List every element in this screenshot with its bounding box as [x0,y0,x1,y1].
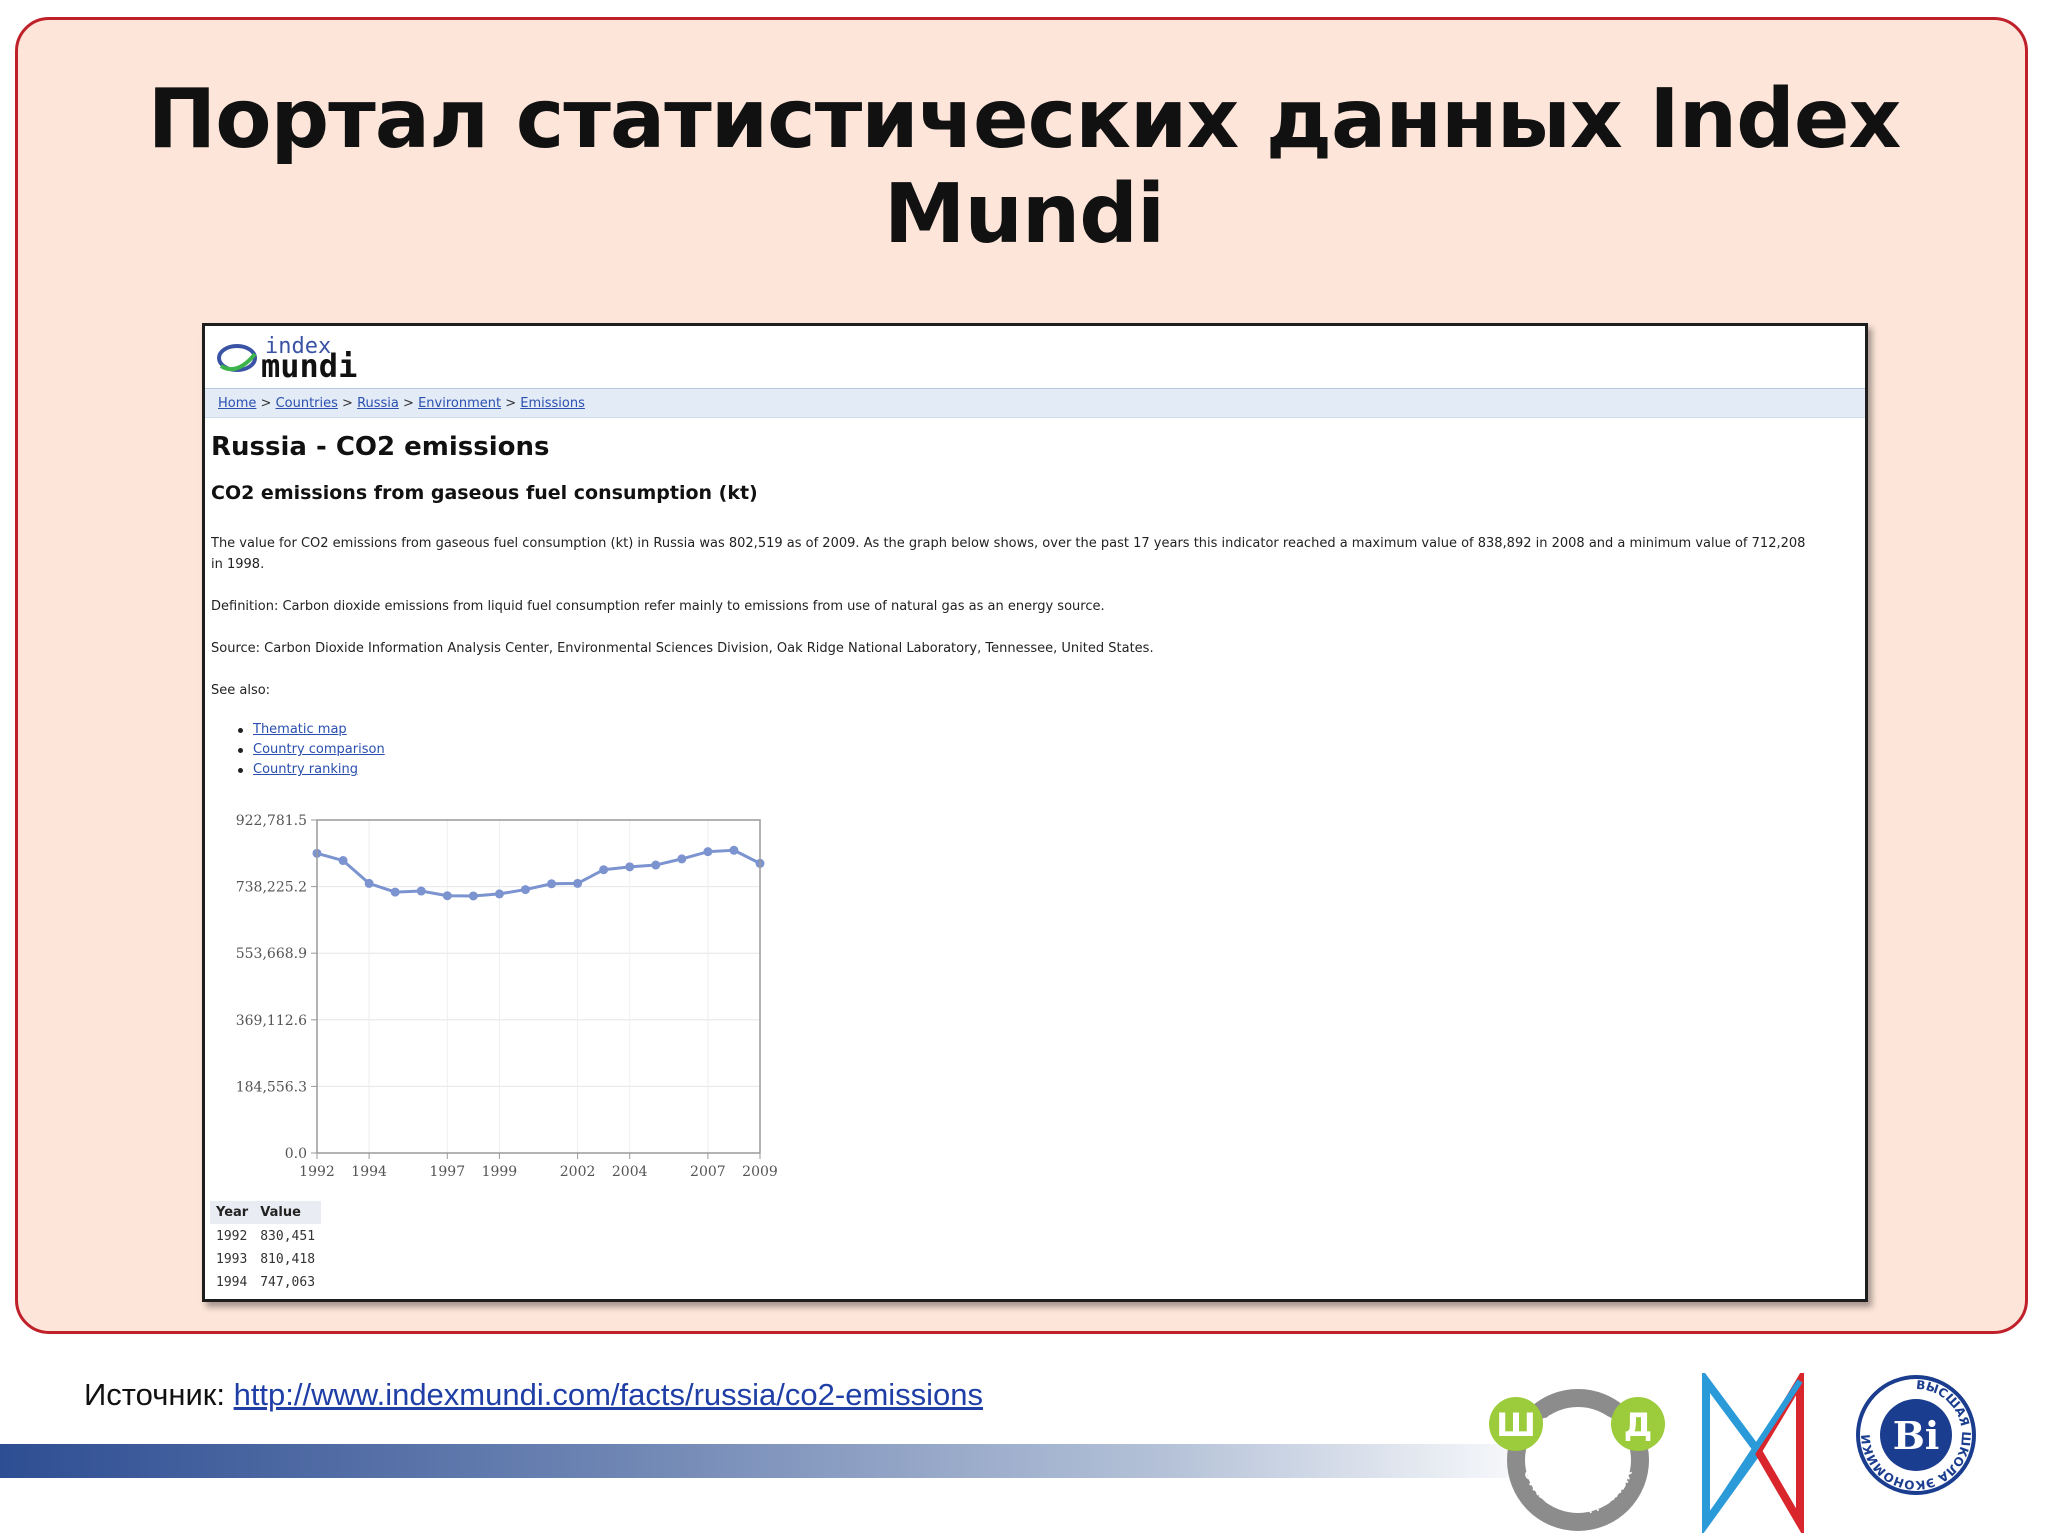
data-point [547,879,557,889]
data-point [416,886,426,896]
data-point [573,878,583,888]
website-screenshot: index mundi Home > Countries > Russia > … [202,323,1868,1302]
x-tick-label: 1992 [299,1164,335,1180]
breadcrumb-separator: > [337,396,358,411]
table-cell-year: 1993 [216,1252,248,1267]
data-point [364,878,374,888]
footer-band [0,1444,1560,1478]
x-tick-label: 2009 [742,1164,778,1180]
breadcrumb-home[interactable]: Home [218,396,256,411]
y-tick-label: 184,556.3 [236,1079,307,1095]
table-header-value: Value [254,1201,322,1224]
data-point [677,854,687,864]
data-table: Year Value 1992 830,451 1993 810,418 199… [210,1201,322,1293]
logo-letter-right: Д [1624,1406,1653,1444]
data-point [520,885,530,895]
page-title: Russia - CO2 emissions [211,432,550,462]
source-citation: Источник: http://www.indexmundi.com/fact… [84,1377,983,1413]
data-point [703,847,713,857]
data-point [729,845,739,855]
value-summary-line: in 1998. [211,557,265,572]
thematic-map-link[interactable]: Thematic map [253,722,347,737]
data-point [390,887,400,897]
table-cell-year: 1992 [216,1229,248,1244]
table-row: 1993 810,418 [210,1247,321,1270]
chart-series [312,845,765,901]
x-tick-label: 1999 [482,1164,518,1180]
data-point [651,860,661,870]
data-point [599,865,609,875]
open-data-school-logo: ШКОЛА ОТКРЫТЫХ ДАННЫХ Ш Д [1489,1389,1665,1531]
value-summary-line: The value for CO2 emissions from gaseous… [211,536,1806,551]
x-tick-label: 1997 [429,1164,465,1180]
table-header-row: Year Value [210,1201,322,1224]
definition-text: Definition: Carbon dioxide emissions fro… [211,599,1105,614]
data-point [494,889,504,899]
slide-title: Портал статистических данных Index Mundi [147,72,1902,262]
see-also-label: See also: [211,683,271,698]
value-summary: The value for CO2 emissions from gaseous… [211,533,1861,575]
series-line [316,848,761,898]
breadcrumb-russia[interactable]: Russia [357,396,399,411]
site-header: index mundi [205,326,1865,388]
list-item: Country comparison [238,740,385,760]
table-row: 1994 747,063 [210,1270,321,1293]
source-text: Source: Carbon Dioxide Information Analy… [211,641,1154,656]
y-tick-label: 369,112.6 [236,1013,307,1029]
breadcrumb-separator: > [256,396,276,411]
chart-plot-border [316,819,761,1154]
breadcrumb: Home > Countries > Russia > Environment … [205,388,1865,418]
list-item: Thematic map [238,720,385,740]
hse-logo: ВЫСШАЯ ШКОЛА ЭКОНОМИКИ Ві [1856,1375,1976,1495]
breadcrumb-countries[interactable]: Countries [276,396,338,411]
data-point [338,856,348,866]
indicator-title: CO2 emissions from gaseous fuel consumpt… [211,482,758,504]
x-tick-label: 2007 [690,1164,726,1180]
table-cell-year: 1994 [216,1275,248,1290]
index-mundi-logo[interactable]: index mundi [215,332,395,385]
data-point [625,862,635,872]
x-tick-label: 2002 [560,1164,596,1180]
x-axis: 1992 1994 1997 1999 2002 2004 2007 2009 [299,1153,778,1180]
chart-grid [316,819,761,1154]
y-tick-label: 0.0 [285,1146,307,1162]
co2-line-chart: 0.0 184,556.3 369,112.6 553,668.9 738,225.2 9… [236,813,778,1180]
y-tick-label: 922,781.5 [236,813,307,829]
breadcrumb-emissions[interactable]: Emissions [520,396,585,411]
country-comparison-link[interactable]: Country comparison [253,742,385,757]
table-cell-value: 830,451 [260,1229,316,1244]
breadcrumb-environment[interactable]: Environment [418,396,501,411]
data-point [442,891,452,901]
hse-mark: Ві [1893,1413,1940,1458]
y-tick-label: 738,225.2 [236,880,307,896]
source-link[interactable]: http://www.indexmundi.com/facts/russia/c… [234,1377,983,1412]
see-also-list: Thematic map Country comparison Country … [238,720,385,780]
list-item: Country ranking [238,760,385,780]
breadcrumb-separator: > [501,396,521,411]
logo-letter-left: Ш [1496,1406,1536,1444]
country-ranking-link[interactable]: Country ranking [253,762,358,777]
dn-logo [1702,1373,1804,1533]
source-label: Источник: [84,1377,234,1412]
table-header-year: Year [210,1201,255,1224]
data-point [468,891,478,901]
x-tick-label: 2004 [612,1164,648,1180]
logo-text-mundi: mundi [261,347,358,385]
x-tick-label: 1994 [351,1164,387,1180]
table-cell-value: 810,418 [260,1252,316,1267]
y-tick-label: 553,668.9 [236,946,307,962]
breadcrumb-separator: > [398,396,419,411]
table-cell-value: 747,063 [260,1275,316,1290]
y-axis: 0.0 184,556.3 369,112.6 553,668.9 738,225.2 9… [236,813,317,1162]
table-row: 1992 830,451 [210,1224,321,1247]
